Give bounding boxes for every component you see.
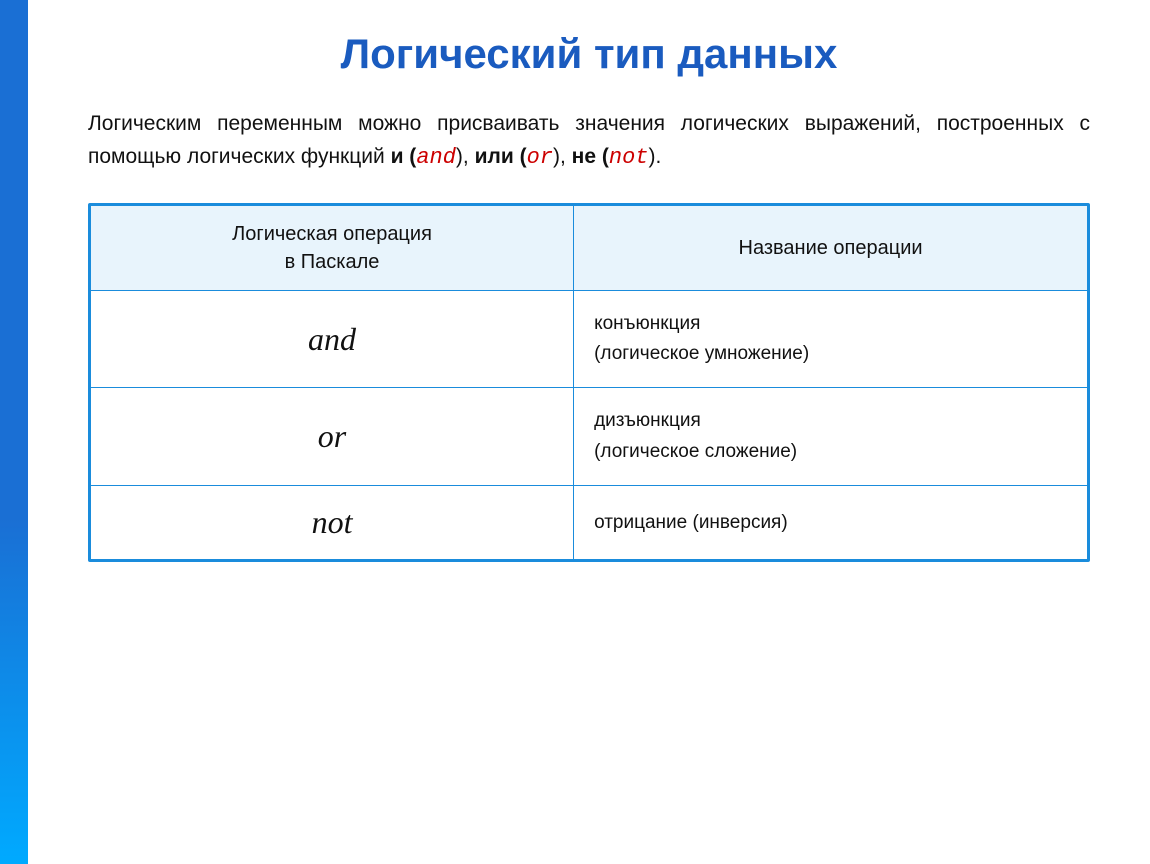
table-row-not: not отрицание (инверсия) — [91, 486, 1088, 560]
col2-header: Название операции — [574, 205, 1088, 290]
logic-table: Логическая операцияв Паскале Название оп… — [90, 205, 1088, 561]
keyword-cell-or: or — [91, 388, 574, 486]
table-header-row: Логическая операцияв Паскале Название оп… — [91, 205, 1088, 290]
left-accent-bar — [0, 0, 28, 864]
keyword-not: not — [609, 145, 649, 170]
main-content: Логический тип данных Логическим перемен… — [28, 0, 1150, 864]
keyword-cell-and: and — [91, 290, 574, 388]
intro-after-not: ). — [648, 145, 661, 168]
intro-after-and: ), — [456, 145, 475, 168]
desc-cell-or: дизъюнкция(логическое сложение) — [574, 388, 1088, 486]
page-title: Логический тип данных — [78, 30, 1100, 78]
logic-table-container: Логическая операцияв Паскале Название оп… — [88, 203, 1090, 563]
desc-cell-not: отрицание (инверсия) — [574, 486, 1088, 560]
intro-after-or: ), — [553, 145, 572, 168]
intro-bold-not: не ( — [572, 145, 609, 168]
intro-bold-or: или ( — [475, 145, 527, 168]
table-row-and: and конъюнкция(логическое умножение) — [91, 290, 1088, 388]
desc-cell-and: конъюнкция(логическое умножение) — [574, 290, 1088, 388]
keyword-and: and — [416, 145, 456, 170]
intro-bold-i: и ( — [391, 145, 417, 168]
intro-paragraph: Логическим переменным можно присваивать … — [78, 108, 1100, 175]
col1-header: Логическая операцияв Паскале — [91, 205, 574, 290]
keyword-or: or — [527, 145, 553, 170]
table-row-or: or дизъюнкция(логическое сложение) — [91, 388, 1088, 486]
keyword-cell-not: not — [91, 486, 574, 560]
